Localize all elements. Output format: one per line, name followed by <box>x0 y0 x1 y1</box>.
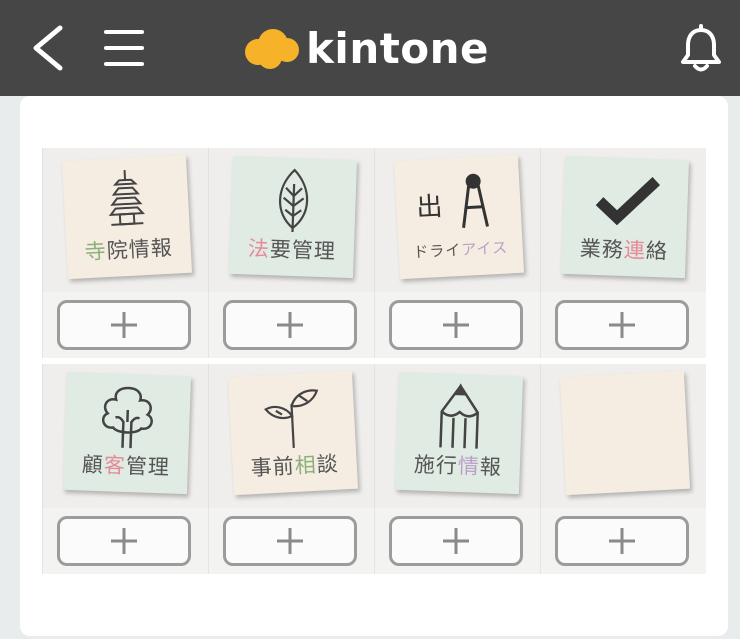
app-label-accent: 連 <box>623 237 647 263</box>
app-label-accent: 寺 <box>84 239 108 265</box>
leaf-icon <box>279 168 309 233</box>
plus-icon <box>111 312 137 338</box>
add-row <box>42 292 208 358</box>
add-record-button[interactable] <box>555 516 689 566</box>
app-grid: 寺院情報 法要管理 出 ドライアイス 業務連絡 顧客管理 事前相談 施行情報 <box>42 148 708 574</box>
app-cell <box>540 364 706 574</box>
logo-text: kintone <box>306 23 490 73</box>
app-label-rest: 院情報 <box>106 235 174 264</box>
app-header: kintone <box>0 0 740 96</box>
plus-icon <box>609 528 635 554</box>
app-label-accent: 情 <box>457 453 481 479</box>
app-cell: 業務連絡 <box>540 148 706 358</box>
plus-icon <box>443 312 469 338</box>
app-cell: 寺院情報 <box>42 148 208 358</box>
app-label-rest: 報 <box>479 454 503 480</box>
blank-note-icon <box>559 370 691 496</box>
plus-icon <box>277 312 303 338</box>
app-label: 法要管理 <box>229 232 354 266</box>
plus-icon <box>111 528 137 554</box>
app-label-rest: 事前 <box>250 453 296 481</box>
pencil-icon <box>439 383 479 449</box>
app-label: 事前相談 <box>232 447 357 483</box>
add-row <box>540 508 706 574</box>
app-icon-note: 事前相談 <box>227 370 359 496</box>
tree-icon <box>101 386 153 449</box>
app-label-rest: 要管理 <box>269 237 337 264</box>
app-label: 顧客管理 <box>63 448 188 482</box>
cloud-logo-icon <box>245 29 299 69</box>
app-label-rest: 管理 <box>125 453 171 480</box>
app-label-rest: 施行 <box>413 452 459 478</box>
svg-text:出: 出 <box>416 192 444 223</box>
app-label: 寺院情報 <box>66 231 191 267</box>
hamburger-menu-icon[interactable] <box>102 26 146 70</box>
add-row <box>42 508 208 574</box>
add-row <box>208 508 374 574</box>
app-cell: 出 ドライアイス <box>374 148 540 358</box>
add-record-button[interactable] <box>57 516 191 566</box>
app-tile-memorial-management[interactable]: 法要管理 <box>208 148 374 292</box>
app-label-accent: 法 <box>247 236 271 262</box>
app-label-rest: 業務 <box>579 236 625 262</box>
app-tile-blank[interactable] <box>540 364 706 508</box>
app-cell: 法要管理 <box>208 148 374 358</box>
bell-icon[interactable] <box>678 24 724 74</box>
app-cell: 顧客管理 <box>42 364 208 574</box>
back-chevron-icon[interactable] <box>24 22 74 74</box>
app-tile-execution-info[interactable]: 施行情報 <box>374 364 540 508</box>
app-label-accent: 客 <box>103 453 127 478</box>
plus-icon <box>277 528 303 554</box>
add-row <box>540 292 706 358</box>
app-icon-note: 出 ドライアイス <box>393 154 525 280</box>
pagoda-icon <box>108 170 146 226</box>
app-tile-business-contact[interactable]: 業務連絡 <box>540 148 706 292</box>
app-tile-dry-ice[interactable]: 出 ドライアイス <box>374 148 540 292</box>
app-label: 施行情報 <box>395 448 520 482</box>
app-icon-note: 顧客管理 <box>62 371 192 495</box>
app-icon-note: 寺院情報 <box>61 154 193 280</box>
add-row <box>374 292 540 358</box>
sprout-icon <box>264 389 319 449</box>
add-row <box>208 292 374 358</box>
app-tile-pre-consultation[interactable]: 事前相談 <box>208 364 374 508</box>
add-record-button[interactable] <box>389 300 523 350</box>
app-label-accent: 相 <box>294 452 318 478</box>
app-icon-note: 法要管理 <box>228 155 358 279</box>
app-label-accent: アイス <box>460 238 509 259</box>
penguin-icon: 出 <box>416 173 489 228</box>
app-icon-note: 施行情報 <box>394 371 524 495</box>
app-icon-note: 業務連絡 <box>560 155 690 279</box>
add-record-button[interactable] <box>57 300 191 350</box>
app-cell: 事前相談 <box>208 364 374 574</box>
add-record-button[interactable] <box>223 516 357 566</box>
add-row <box>374 508 540 574</box>
add-record-button[interactable] <box>389 516 523 566</box>
add-record-button[interactable] <box>223 300 357 350</box>
app-label-rest: 談 <box>316 451 340 477</box>
plus-icon <box>609 312 635 338</box>
app-tile-customer-management[interactable]: 顧客管理 <box>42 364 208 508</box>
kintone-logo[interactable]: kintone <box>240 18 489 78</box>
app-label-rest: 顧 <box>81 452 105 478</box>
plus-icon <box>443 528 469 554</box>
app-cell: 施行情報 <box>374 364 540 574</box>
add-record-button[interactable] <box>555 300 689 350</box>
app-tile-temple-info[interactable]: 寺院情報 <box>42 148 208 292</box>
app-label: 業務連絡 <box>561 232 686 266</box>
app-label-rest: ドライ <box>412 240 462 262</box>
app-label-rest: 絡 <box>645 238 669 264</box>
checkmark-icon <box>595 177 661 226</box>
